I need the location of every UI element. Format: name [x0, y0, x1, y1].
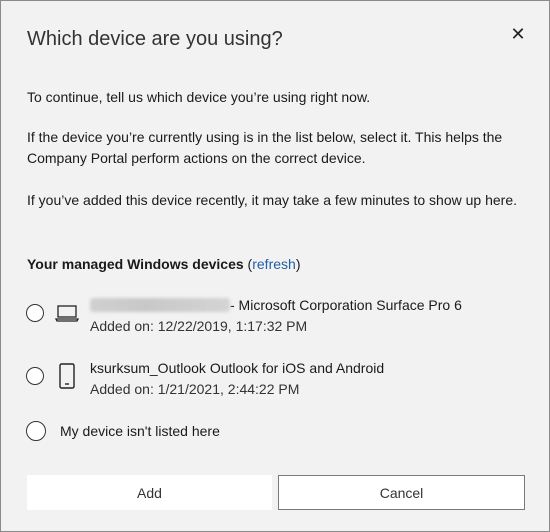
not-listed-label: My device isn't listed here [60, 423, 220, 439]
device-radio[interactable] [26, 304, 44, 322]
device-not-listed-option[interactable]: My device isn't listed here [25, 419, 425, 443]
add-button[interactable]: Add [27, 475, 272, 510]
device-added-date: Added on: 12/22/2019, 1:17:32 PM [90, 318, 308, 334]
cancel-button[interactable]: Cancel [278, 475, 525, 510]
laptop-icon [55, 305, 79, 322]
refresh-open-paren: ( [243, 256, 253, 272]
devices-heading-label: Your managed Windows devices [27, 256, 244, 272]
not-listed-radio[interactable] [26, 421, 46, 441]
devices-section-heading: Your managed Windows devices (refresh) [27, 254, 300, 275]
device-added-date: Added on: 1/21/2021, 2:44:22 PM [90, 381, 300, 397]
device-name: ksurksum_Outlook Outlook for iOS and And… [90, 360, 385, 376]
recent-note-text: If you’ve added this device recently, it… [27, 192, 517, 208]
help-text: If the device you’re currently using is … [27, 129, 503, 166]
refresh-link[interactable]: refresh [252, 256, 296, 272]
device-name: - Microsoft Corporation Surface Pro 6 [90, 295, 462, 315]
device-model: - Microsoft Corporation Surface Pro 6 [230, 297, 462, 313]
intro-text: To continue, tell us which device you’re… [27, 89, 371, 105]
dialog-title: Which device are you using? [27, 28, 283, 50]
device-selection-dialog: Which device are you using? ✕ To continu… [0, 0, 550, 532]
device-radio[interactable] [26, 367, 44, 385]
redacted-device-name [90, 298, 230, 312]
device-option-phone[interactable]: ksurksum_Outlook Outlook for iOS and And… [25, 356, 525, 406]
close-icon[interactable]: ✕ [507, 23, 529, 45]
refresh-close-paren: ) [295, 256, 301, 272]
phone-icon [59, 363, 75, 389]
device-option-surface[interactable]: - Microsoft Corporation Surface Pro 6 Ad… [25, 293, 525, 343]
